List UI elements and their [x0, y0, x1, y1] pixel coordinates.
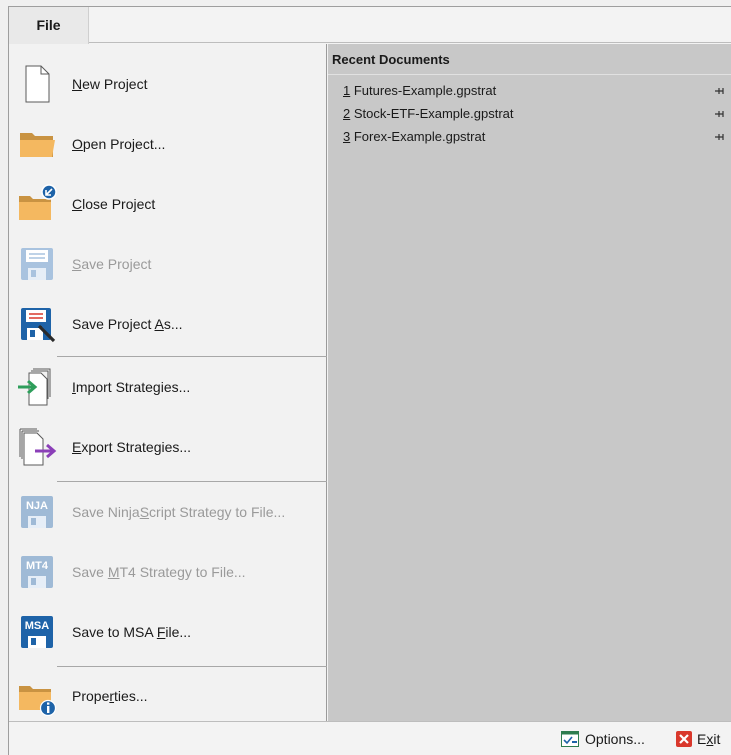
save-icon	[21, 248, 53, 280]
save-msa-label: Save to MSA File...	[72, 624, 192, 640]
svg-text:NJA: NJA	[26, 500, 48, 512]
nja-icon: NJA	[21, 496, 53, 528]
properties-label: Properties...	[72, 688, 148, 704]
file-backstage: File New Project Open Project... Close P…	[8, 6, 731, 755]
recent-header-divider	[328, 74, 731, 75]
svg-text:MT4: MT4	[26, 560, 49, 572]
properties-icon	[19, 686, 57, 716]
open-project-label: Open Project...	[72, 136, 166, 152]
close-project-item[interactable]: Close Project	[9, 174, 327, 234]
save-as-icon	[21, 308, 56, 343]
exit-label: Exit	[697, 731, 721, 747]
recent-documents-header: Recent Documents	[332, 52, 450, 67]
pin-icon[interactable]	[713, 126, 725, 148]
svg-text:MSA: MSA	[25, 620, 50, 632]
recent-document-item[interactable]: 2 Stock-ETF-Example.gpstrat	[328, 103, 731, 125]
save-project-label: Save Project	[72, 256, 152, 272]
import-icon	[18, 368, 51, 406]
export-strategies-label: Export Strategies...	[72, 439, 192, 455]
save-msa-item[interactable]: MSA Save to MSA File...	[9, 602, 327, 662]
save-ninjascript-item[interactable]: NJA Save NinjaScript Strategy to File...	[9, 482, 327, 542]
save-mt4-label: Save MT4 Strategy to File...	[72, 564, 246, 580]
save-mt4-item[interactable]: MT4 Save MT4 Strategy to File...	[9, 542, 327, 602]
new-document-icon	[25, 65, 50, 103]
open-project-item[interactable]: Open Project...	[9, 114, 327, 174]
ribbon-tab-bar: File	[9, 7, 731, 44]
save-project-item[interactable]: Save Project	[9, 234, 327, 294]
new-project-label: New Project	[72, 76, 148, 92]
mt4-icon: MT4	[21, 556, 53, 588]
export-icon	[19, 428, 57, 466]
options-button[interactable]: Options...	[561, 722, 669, 755]
export-strategies-item[interactable]: Export Strategies...	[9, 417, 327, 477]
recent-document-name: 1 Futures-Example.gpstrat	[343, 83, 497, 98]
new-project-item[interactable]: New Project	[9, 54, 327, 114]
close-project-label: Close Project	[72, 196, 156, 212]
tab-file[interactable]: File	[9, 7, 89, 44]
import-strategies-item[interactable]: Import Strategies...	[9, 357, 327, 417]
backstage-footer: Options... Exit	[9, 721, 731, 755]
options-icon	[561, 731, 579, 747]
save-project-as-label: Save Project As...	[72, 316, 183, 332]
pin-icon[interactable]	[713, 80, 725, 102]
close-folder-icon	[19, 184, 57, 220]
recent-documents-pane: Recent Documents 1 Futures-Example.gpstr…	[328, 44, 731, 721]
import-strategies-label: Import Strategies...	[72, 379, 191, 395]
save-ninjascript-label: Save NinjaScript Strategy to File...	[72, 504, 286, 520]
exit-button[interactable]: Exit	[676, 722, 728, 755]
msa-icon: MSA	[21, 616, 53, 648]
exit-icon	[676, 731, 692, 747]
options-label: Options...	[585, 731, 645, 747]
properties-item[interactable]: Properties...	[9, 666, 327, 726]
pin-icon[interactable]	[713, 103, 725, 125]
recent-document-name: 2 Stock-ETF-Example.gpstrat	[343, 106, 514, 121]
recent-document-item[interactable]: 3 Forex-Example.gpstrat	[328, 126, 731, 148]
save-project-as-item[interactable]: Save Project As...	[9, 294, 327, 354]
open-folder-icon	[20, 133, 55, 157]
recent-document-item[interactable]: 1 Futures-Example.gpstrat	[328, 80, 731, 102]
file-menu-pane: New Project Open Project... Close Projec…	[9, 44, 327, 721]
recent-document-name: 3 Forex-Example.gpstrat	[343, 129, 486, 144]
